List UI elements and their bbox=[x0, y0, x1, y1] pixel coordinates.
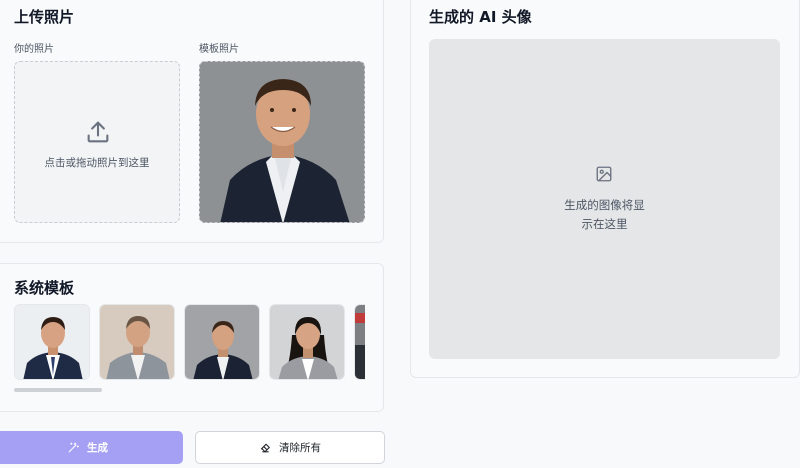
templates-section-title: 系统模板 bbox=[14, 279, 75, 297]
generate-button[interactable]: 生成 bbox=[0, 431, 183, 464]
dropzone-hint: 点击或拖动照片到这里 bbox=[44, 157, 150, 169]
result-section-title: 生成的 AI 头像 bbox=[429, 8, 532, 26]
image-placeholder-icon bbox=[596, 166, 612, 182]
generate-button-label: 生成 bbox=[87, 442, 108, 454]
template-thumbnail-1[interactable] bbox=[14, 304, 90, 380]
template-photo-label: 模板照片 bbox=[199, 44, 239, 55]
template-photo bbox=[199, 61, 365, 223]
clear-all-button-label: 清除所有 bbox=[279, 442, 321, 454]
generated-image-preview: 生成的图像将显 示在这里 bbox=[429, 39, 780, 359]
portrait-man-grey-suit-icon bbox=[100, 305, 174, 379]
upload-section-title: 上传照片 bbox=[14, 8, 75, 26]
upload-icon bbox=[87, 121, 109, 143]
magic-wand-icon bbox=[68, 442, 79, 453]
template-thumbnail-5[interactable] bbox=[354, 304, 365, 380]
template-thumbnail-4[interactable] bbox=[269, 304, 345, 380]
photo-dropzone[interactable]: 点击或拖动照片到这里 bbox=[14, 61, 180, 223]
portrait-woman-grey-blazer-icon bbox=[270, 305, 344, 379]
your-photo-label: 你的照片 bbox=[14, 44, 54, 55]
portrait-partial-icon bbox=[355, 305, 365, 379]
thumbnail-scrollbar[interactable] bbox=[14, 388, 102, 392]
portrait-man-dark-suit-icon bbox=[185, 305, 259, 379]
placeholder-line-1: 生成的图像将显 bbox=[564, 198, 645, 212]
preview-placeholder-text: 生成的图像将显 示在这里 bbox=[429, 196, 780, 234]
placeholder-line-2: 示在这里 bbox=[581, 217, 628, 231]
clear-all-button[interactable]: 清除所有 bbox=[195, 431, 385, 464]
template-portrait-image bbox=[200, 62, 364, 222]
eraser-icon bbox=[260, 443, 270, 453]
portrait-young-man-navy-suit-icon bbox=[15, 305, 89, 379]
template-thumbnail-3[interactable] bbox=[184, 304, 260, 380]
template-thumbnail-2[interactable] bbox=[99, 304, 175, 380]
template-thumbnail-strip[interactable] bbox=[14, 304, 365, 380]
